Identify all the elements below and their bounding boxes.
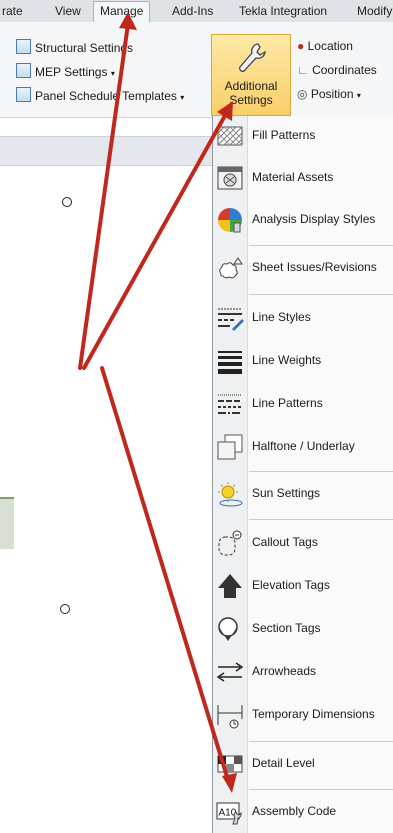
drawing-point-marker — [60, 604, 70, 614]
menu-item-label: Callout Tags — [252, 535, 318, 549]
sun-icon — [218, 482, 243, 507]
menu-item-label: Arrowheads — [252, 664, 317, 678]
analysis-display-styles-icon — [218, 208, 242, 233]
menu-separator — [249, 245, 393, 246]
tab-view[interactable]: View — [55, 4, 81, 18]
assembly-code-icon: A10 — [216, 802, 242, 825]
menu-item-label: Assembly Code — [252, 804, 337, 818]
menu-item-label: Elevation Tags — [252, 578, 330, 592]
menu-item-detail-level[interactable]: Detail Level — [213, 744, 393, 784]
menu-item-label: Fill Patterns — [252, 128, 316, 142]
coordinates-icon: ∟ — [297, 63, 309, 77]
mep-settings-icon — [16, 63, 31, 78]
tab-tekla-integration[interactable]: Tekla Integration — [239, 4, 327, 18]
menu-item-callout-tags[interactable]: Callout Tags — [213, 523, 393, 563]
halftone-underlay-icon — [217, 434, 243, 460]
fill-patterns-icon — [217, 126, 243, 146]
drawing-point-marker — [62, 197, 72, 207]
coordinates-label: Coordinates — [312, 63, 377, 77]
location-label: Location — [307, 39, 353, 53]
menu-item-line-weights[interactable]: Line Weights — [213, 341, 393, 381]
menu-item-line-patterns[interactable]: Line Patterns — [213, 384, 393, 424]
menu-item-line-styles[interactable]: Line Styles — [213, 298, 393, 338]
menu-item-label: Sheet Issues/Revisions — [252, 260, 377, 274]
menu-item-sun-settings[interactable]: Sun Settings — [213, 474, 393, 514]
globe-icon: ● — [297, 39, 305, 53]
position-icon: ◎ — [297, 87, 308, 101]
menu-item-elevation-tags[interactable]: Elevation Tags — [213, 566, 393, 606]
arrowheads-icon — [216, 662, 244, 682]
menu-item-temporary-dimensions[interactable]: Temporary Dimensions — [213, 695, 393, 735]
structural-settings-icon — [16, 39, 31, 54]
additional-settings-button[interactable]: Additional Settings — [211, 34, 291, 116]
additional-settings-label-line2: Settings — [229, 93, 273, 107]
chevron-down-icon: ▾ — [180, 93, 185, 102]
section-tag-icon — [218, 617, 238, 641]
line-weights-icon — [218, 351, 242, 374]
temporary-dimensions-icon — [217, 705, 243, 729]
line-styles-icon — [218, 308, 244, 331]
additional-settings-dropdown: Fill Patterns Material Assets Analysis D… — [212, 116, 393, 833]
location-button[interactable]: ● Location — [297, 39, 353, 53]
menu-item-halftone-underlay[interactable]: Halftone / Underlay — [213, 427, 393, 467]
tab-add-ins[interactable]: Add-Ins — [172, 4, 213, 18]
tab-modify[interactable]: Modify — [357, 4, 392, 18]
panel-schedule-templates-button[interactable]: Panel Schedule Templates ▾ — [16, 87, 184, 107]
mep-settings-label: MEP Settings — [35, 65, 108, 79]
tab-integrate[interactable]: rate — [2, 4, 23, 18]
menu-separator — [249, 741, 393, 742]
view-border-fragment — [0, 497, 14, 549]
menu-separator — [249, 471, 393, 472]
chevron-down-icon: ▾ — [110, 69, 115, 78]
wrench-icon — [239, 43, 266, 72]
material-assets-icon — [217, 166, 243, 190]
panel-schedule-templates-label: Panel Schedule Templates — [35, 89, 177, 103]
position-button[interactable]: ◎ Position ▾ — [297, 87, 361, 101]
menu-item-section-tags[interactable]: Section Tags — [213, 609, 393, 649]
menu-item-label: Material Assets — [252, 170, 334, 184]
menu-item-label: Line Styles — [252, 310, 311, 324]
menu-item-material-assets[interactable]: Material Assets — [213, 158, 393, 198]
structural-settings-button[interactable]: Structural Settings — [16, 39, 133, 59]
menu-item-analysis-display-styles[interactable]: Analysis Display Styles — [213, 200, 393, 240]
view-header-strip — [0, 136, 214, 166]
menu-separator — [249, 519, 393, 520]
ribbon-tab-bar: rate View Manage Add-Ins Tekla Integrati… — [0, 0, 393, 23]
menu-item-label: Analysis Display Styles — [252, 212, 376, 226]
mep-settings-button[interactable]: MEP Settings ▾ — [16, 63, 115, 83]
detail-level-icon — [217, 755, 243, 773]
additional-settings-label-line1: Additional — [224, 79, 278, 93]
menu-item-arrowheads[interactable]: Arrowheads — [213, 652, 393, 692]
menu-item-assembly-code[interactable]: A10 Assembly Code — [213, 792, 393, 832]
menu-item-label: Halftone / Underlay — [252, 439, 355, 453]
coordinates-button[interactable]: ∟ Coordinates — [297, 63, 377, 77]
chevron-down-icon: ▾ — [356, 91, 361, 100]
menu-item-label: Temporary Dimensions — [252, 707, 375, 721]
menu-item-label: Sun Settings — [252, 486, 321, 500]
revision-cloud-icon — [219, 257, 243, 279]
menu-item-label: Section Tags — [252, 621, 321, 635]
menu-item-label: Detail Level — [252, 756, 315, 770]
menu-separator — [249, 294, 393, 295]
line-patterns-icon — [218, 394, 242, 414]
menu-separator — [249, 789, 393, 790]
elevation-tag-icon — [218, 574, 242, 598]
menu-item-fill-patterns[interactable]: Fill Patterns — [213, 116, 393, 156]
menu-item-label: Line Patterns — [252, 396, 323, 410]
callout-tag-icon — [218, 530, 242, 556]
position-label: Position — [310, 87, 354, 101]
menu-item-label: Line Weights — [252, 353, 322, 367]
panel-schedule-icon — [16, 87, 31, 102]
annotation-arrow-to-assembly-code — [100, 366, 230, 782]
structural-settings-label: Structural Settings — [35, 41, 134, 55]
tab-manage[interactable]: Manage — [93, 1, 151, 23]
menu-item-sheet-issues-revisions[interactable]: Sheet Issues/Revisions — [213, 248, 393, 288]
